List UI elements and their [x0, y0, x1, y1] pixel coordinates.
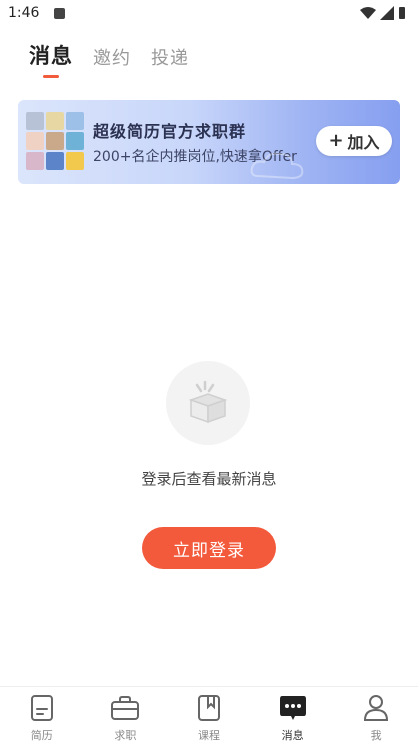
group-member-avatar [66, 132, 84, 150]
nav-item-courses[interactable]: 课程 [167, 687, 251, 745]
signal-icon [380, 6, 394, 20]
tab-invitations-label: 邀约 [93, 48, 131, 69]
group-avatar-grid [26, 112, 84, 170]
empty-state-message: 登录后查看最新消息 [141, 470, 277, 488]
wifi-icon [360, 7, 376, 19]
group-member-avatar [66, 112, 84, 130]
nav-label-messages: 消息 [281, 729, 304, 742]
tab-messages[interactable]: 消息 [29, 40, 73, 80]
status-icons [360, 6, 406, 20]
nav-item-jobs[interactable]: 求职 [84, 687, 168, 745]
bottom-navigation: 简历 求职 课程 消息 我 [0, 686, 418, 745]
plus-icon: + [328, 130, 344, 151]
group-member-avatar [46, 132, 64, 150]
briefcase-icon [110, 693, 140, 723]
group-member-avatar [26, 152, 44, 170]
person-icon [361, 693, 391, 723]
job-group-banner[interactable]: 超级简历官方求职群 200+名企内推岗位,快速拿Offer + 加入 [18, 100, 400, 184]
group-member-avatar [26, 132, 44, 150]
tab-applications[interactable]: 投递 [151, 44, 189, 80]
banner-title: 超级简历官方求职群 [93, 122, 247, 141]
tab-applications-label: 投递 [151, 48, 189, 69]
status-time: 1:46 [8, 5, 40, 21]
tab-active-indicator [43, 75, 59, 78]
login-button[interactable]: 立即登录 [142, 527, 276, 569]
battery-icon [399, 7, 405, 19]
nav-item-resume[interactable]: 简历 [0, 687, 84, 745]
tab-messages-label: 消息 [29, 44, 73, 68]
app-notification-icon [54, 8, 65, 19]
join-button-label: 加入 [347, 133, 380, 152]
nav-label-me: 我 [370, 729, 382, 742]
chat-bubble-icon [278, 693, 308, 723]
resume-icon [27, 693, 57, 723]
cloud-decoration-icon [250, 152, 304, 180]
nav-label-jobs: 求职 [114, 729, 137, 742]
bookmark-book-icon [194, 693, 224, 723]
nav-item-messages[interactable]: 消息 [251, 687, 335, 745]
group-member-avatar [26, 112, 44, 130]
status-bar: 1:46 [0, 0, 418, 28]
group-member-avatar [46, 152, 64, 170]
nav-label-courses: 课程 [197, 729, 220, 742]
group-member-avatar [66, 152, 84, 170]
message-tabs: 消息 邀约 投递 [29, 40, 189, 80]
nav-item-me[interactable]: 我 [334, 687, 418, 745]
tab-invitations[interactable]: 邀约 [93, 44, 131, 80]
join-group-button[interactable]: + 加入 [316, 126, 392, 156]
group-member-avatar [46, 112, 64, 130]
nav-label-resume: 简历 [30, 729, 53, 742]
empty-box-icon [166, 361, 250, 445]
